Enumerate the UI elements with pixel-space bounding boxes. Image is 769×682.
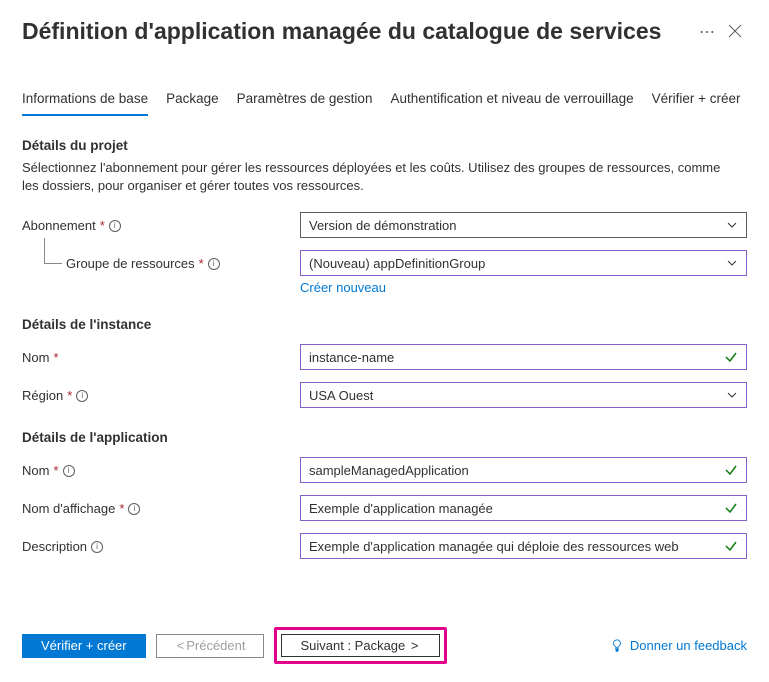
- subscription-value: Version de démonstration: [309, 218, 456, 233]
- description-label: Description: [22, 539, 87, 554]
- previous-label: Précédent: [186, 638, 245, 653]
- chevron-down-icon: [726, 219, 738, 234]
- previous-button[interactable]: < Précédent: [156, 634, 265, 658]
- check-icon: [724, 501, 738, 518]
- required-indicator: *: [199, 256, 204, 271]
- tab-package[interactable]: Package: [166, 85, 219, 116]
- info-icon[interactable]: i: [63, 465, 75, 477]
- close-icon[interactable]: [721, 23, 749, 41]
- page-title: Définition d'application managée du cata…: [22, 18, 693, 45]
- instance-name-value: instance-name: [309, 350, 394, 365]
- resource-group-select[interactable]: (Nouveau) appDefinitionGroup: [300, 250, 747, 276]
- required-indicator: *: [100, 218, 105, 233]
- required-indicator: *: [53, 463, 58, 478]
- region-select[interactable]: USA Ouest: [300, 382, 747, 408]
- chevron-down-icon: [726, 389, 738, 404]
- info-icon[interactable]: i: [76, 390, 88, 402]
- next-button[interactable]: Suivant : Package >: [281, 634, 439, 657]
- description-input[interactable]: Exemple d'application managée qui déploi…: [300, 533, 747, 559]
- tabs: Informations de base Package Paramètres …: [0, 85, 769, 116]
- region-label: Région: [22, 388, 63, 403]
- display-name-input[interactable]: Exemple d'application managée: [300, 495, 747, 521]
- app-heading: Détails de l'application: [22, 430, 747, 445]
- instance-name-label: Nom: [22, 350, 49, 365]
- feedback-icon: [610, 639, 624, 653]
- required-indicator: *: [119, 501, 124, 516]
- more-icon[interactable]: ⋯: [693, 22, 721, 42]
- next-button-highlight: Suivant : Package >: [274, 627, 446, 664]
- resource-group-value: (Nouveau) appDefinitionGroup: [309, 256, 485, 271]
- info-icon[interactable]: i: [128, 503, 140, 515]
- app-name-value: sampleManagedApplication: [309, 463, 469, 478]
- resource-group-label: Groupe de ressources: [66, 256, 195, 271]
- info-icon[interactable]: i: [91, 541, 103, 553]
- tree-line: [44, 238, 62, 264]
- chevron-left-icon: <: [177, 638, 185, 653]
- chevron-down-icon: [726, 257, 738, 272]
- required-indicator: *: [53, 350, 58, 365]
- info-icon[interactable]: i: [109, 220, 121, 232]
- app-name-input[interactable]: sampleManagedApplication: [300, 457, 747, 483]
- check-icon: [724, 350, 738, 367]
- check-icon: [724, 539, 738, 556]
- project-heading: Détails du projet: [22, 138, 747, 153]
- region-value: USA Ouest: [309, 388, 373, 403]
- description-value: Exemple d'application managée qui déploi…: [309, 539, 679, 554]
- footer: Vérifier + créer < Précédent Suivant : P…: [0, 613, 769, 682]
- next-label: Suivant : Package: [300, 638, 405, 653]
- feedback-link[interactable]: Donner un feedback: [610, 638, 747, 653]
- tab-auth-lock[interactable]: Authentification et niveau de verrouilla…: [390, 85, 633, 116]
- feedback-label: Donner un feedback: [630, 638, 747, 653]
- project-desc: Sélectionnez l'abonnement pour gérer les…: [22, 159, 722, 194]
- tab-review[interactable]: Vérifier + créer: [652, 85, 741, 116]
- display-name-label: Nom d'affichage: [22, 501, 115, 516]
- tab-basics[interactable]: Informations de base: [22, 85, 148, 116]
- display-name-value: Exemple d'application managée: [309, 501, 493, 516]
- tab-management[interactable]: Paramètres de gestion: [237, 85, 373, 116]
- check-icon: [724, 463, 738, 480]
- review-create-button[interactable]: Vérifier + créer: [22, 634, 146, 658]
- create-new-link[interactable]: Créer nouveau: [300, 280, 386, 295]
- subscription-label: Abonnement: [22, 218, 96, 233]
- required-indicator: *: [67, 388, 72, 403]
- chevron-right-icon: >: [411, 638, 419, 653]
- instance-heading: Détails de l'instance: [22, 317, 747, 332]
- instance-name-input[interactable]: instance-name: [300, 344, 747, 370]
- subscription-select[interactable]: Version de démonstration: [300, 212, 747, 238]
- info-icon[interactable]: i: [208, 258, 220, 270]
- app-name-label: Nom: [22, 463, 49, 478]
